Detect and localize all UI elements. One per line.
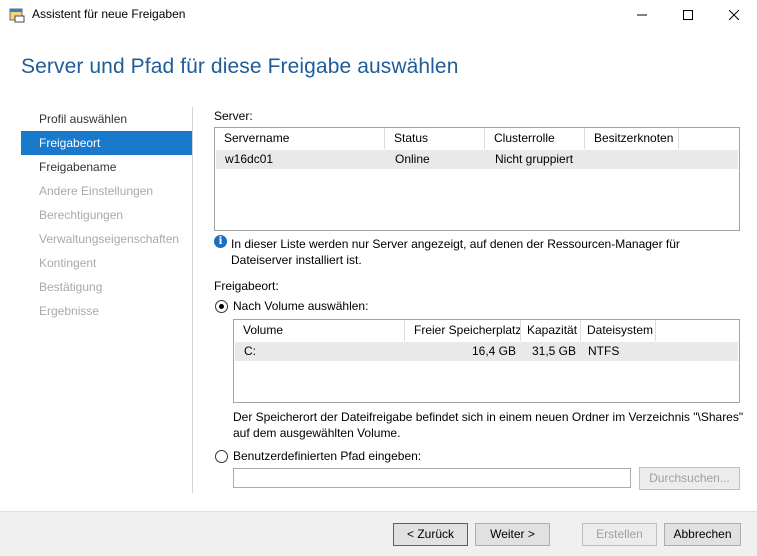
server-status-cell: Online [395, 152, 430, 166]
info-text: In dieser Liste werden nur Server angeze… [231, 237, 680, 267]
server-list-header: Servername Status Clusterrolle Besitzerk… [215, 128, 679, 149]
maximize-icon [683, 10, 693, 20]
minimize-icon [637, 14, 647, 16]
close-icon [729, 10, 739, 20]
title-bar: Assistent für neue Freigaben [0, 0, 757, 30]
custom-path-input[interactable] [233, 468, 631, 488]
column-freier-speicherplatz[interactable]: Freier Speicherplatz [405, 320, 521, 341]
nav-item-freigabeort[interactable]: Freigabeort [21, 131, 192, 155]
column-dateisystem[interactable]: Dateisystem [581, 320, 656, 341]
volume-description: Der Speicherort der Dateifreigabe befind… [233, 410, 744, 440]
column-besitzerknoten[interactable]: Besitzerknoten [585, 128, 679, 149]
column-kapazitaet[interactable]: Kapazität [521, 320, 581, 341]
browse-button[interactable]: Durchsuchen... [639, 467, 740, 490]
file-system-cell: NTFS [588, 344, 620, 358]
column-status[interactable]: Status [385, 128, 485, 149]
nav-item-andere-einstellungen: Andere Einstellungen [39, 184, 154, 198]
server-label: Server: [214, 109, 253, 123]
by-volume-label[interactable]: Nach Volume auswählen: [233, 299, 368, 313]
info-icon: i [214, 235, 227, 248]
table-row[interactable]: C: 16,4 GB 31,5 GB NTFS [235, 342, 738, 361]
nav-item-bestaetigung: Bestätigung [39, 280, 103, 294]
nav-item-freigabename[interactable]: Freigabename [21, 155, 192, 179]
capacity-cell: 31,5 GB [531, 344, 576, 358]
table-row[interactable]: w16dc01 Online Nicht gruppiert [216, 150, 738, 169]
nav-item-verwaltungseigenschaften: Verwaltungseigenschaften [39, 232, 180, 246]
column-servername[interactable]: Servername [215, 128, 385, 149]
share-location-label: Freigabeort: [214, 279, 279, 293]
volume-list[interactable]: Volume Freier Speicherplatz Kapazität Da… [233, 319, 740, 403]
nav-divider [192, 107, 193, 493]
maximize-button[interactable] [665, 0, 711, 30]
by-volume-radio[interactable] [215, 300, 228, 313]
wizard-steps-nav: Profil auswählen Freigabeort Freigabenam… [21, 107, 192, 323]
volume-cell: C: [244, 344, 256, 358]
nav-item-kontingent: Kontingent [39, 256, 97, 270]
minimize-button[interactable] [619, 0, 665, 30]
column-clusterrolle[interactable]: Clusterrolle [485, 128, 585, 149]
page-title: Server und Pfad für diese Freigabe auswä… [21, 55, 459, 78]
server-list[interactable]: Servername Status Clusterrolle Besitzerk… [214, 127, 740, 231]
custom-path-label[interactable]: Benutzerdefinierten Pfad eingeben: [233, 449, 421, 463]
close-button[interactable] [711, 0, 757, 30]
share-wizard-icon [9, 7, 25, 23]
create-button[interactable]: Erstellen [582, 523, 657, 546]
next-button[interactable]: Weiter > [475, 523, 550, 546]
column-volume[interactable]: Volume [234, 320, 405, 341]
back-button[interactable]: < Zurück [393, 523, 468, 546]
custom-path-radio[interactable] [215, 450, 228, 463]
window-title: Assistent für neue Freigaben [32, 7, 186, 21]
free-space-cell: 16,4 GB [471, 344, 516, 358]
cancel-button[interactable]: Abbrechen [664, 523, 741, 546]
volume-list-header: Volume Freier Speicherplatz Kapazität Da… [234, 320, 656, 341]
server-owner-node-cell [586, 150, 680, 169]
server-name-cell: w16dc01 [225, 152, 274, 166]
nav-item-berechtigungen: Berechtigungen [39, 208, 124, 222]
nav-item-profil[interactable]: Profil auswählen [21, 107, 192, 131]
server-cluster-role-cell: Nicht gruppiert [495, 152, 574, 166]
nav-item-ergebnisse: Ergebnisse [39, 304, 100, 318]
